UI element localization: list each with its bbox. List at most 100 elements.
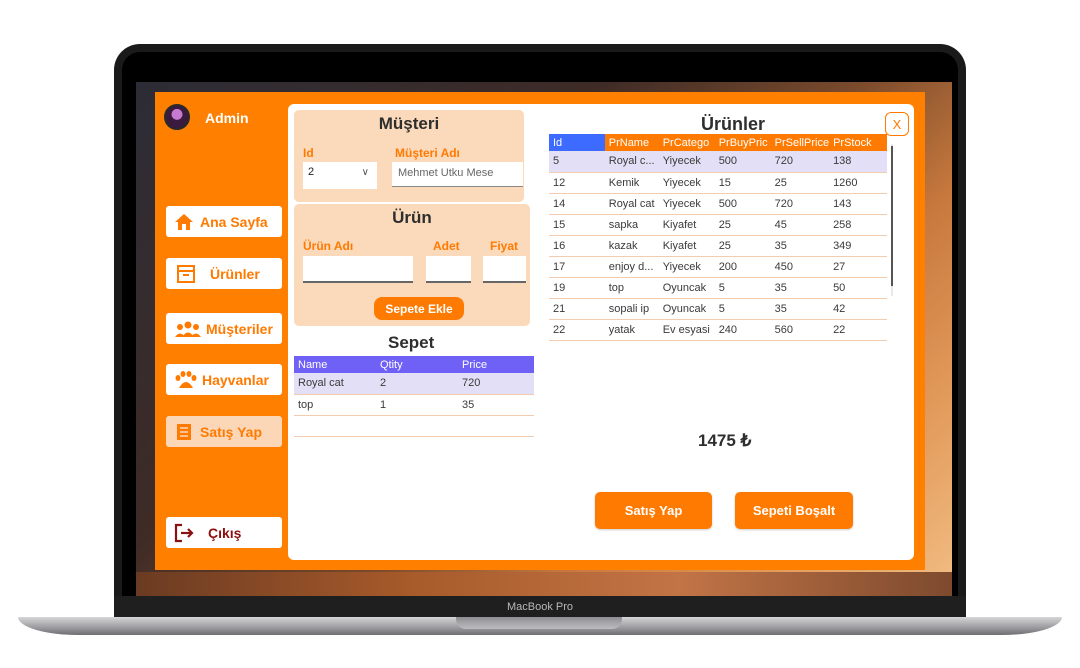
customer-id-value: 2 — [308, 166, 315, 178]
sidebar-item-musteriler[interactable]: Müşteriler — [166, 313, 282, 344]
column-header: Qtity — [376, 356, 458, 373]
cell: Oyuncak — [658, 298, 715, 320]
table-row[interactable]: 19 top Oyuncak 5 35 50 — [549, 277, 887, 299]
cell: 720 — [770, 151, 830, 173]
cell: 720 — [770, 193, 830, 215]
receipt-icon — [174, 422, 194, 442]
sidebar-item-label: Ürünler — [210, 265, 260, 282]
home-icon — [174, 212, 194, 232]
quantity-label: Adet — [433, 239, 460, 253]
table-row[interactable]: 17 enjoy d... Yiyecek 200 450 27 — [549, 256, 887, 278]
cell: 450 — [770, 256, 830, 278]
cell: 5 — [714, 277, 771, 299]
cell: kazak — [604, 235, 659, 257]
cell: yatak — [604, 319, 659, 341]
cell: 143 — [829, 193, 887, 215]
cell: 500 — [714, 151, 771, 173]
cell: Oyuncak — [658, 277, 715, 299]
price-input[interactable] — [483, 256, 526, 283]
table-row[interactable]: 12 Kemik Yiyecek 15 25 1260 — [549, 172, 887, 194]
sidebar-item-label: Satış Yap — [200, 423, 263, 440]
cell: 35 — [770, 235, 830, 257]
app-window: Admin Ana Sayfa Ürünler Müşteriler Hayva… — [155, 92, 925, 570]
cell: Yiyecek — [658, 256, 715, 278]
cart-table: Name Qtity Price Royal cat 2 720 top 1 3… — [294, 356, 534, 437]
cell: top — [604, 277, 659, 299]
cell: 12 — [549, 172, 605, 194]
cell: Royal c... — [604, 151, 659, 173]
customer-name-label: Müşteri Adı — [395, 146, 460, 160]
product-name-input[interactable] — [303, 256, 413, 283]
cell: Yiyecek — [658, 172, 715, 194]
cell: Kemik — [604, 172, 659, 194]
add-to-cart-button[interactable]: Sepete Ekle — [374, 297, 464, 320]
cell: 22 — [549, 319, 605, 341]
sell-button[interactable]: Satış Yap — [595, 492, 712, 529]
close-button[interactable]: X — [885, 112, 909, 136]
cell: 138 — [829, 151, 887, 173]
avatar — [164, 104, 190, 130]
scrollbar-thumb[interactable] — [891, 146, 893, 286]
cell: Yiyecek — [658, 151, 715, 173]
cell: 15 — [714, 172, 771, 194]
column-header: PrBuyPric — [714, 134, 771, 151]
cell: 22 — [829, 319, 887, 341]
cell: 500 — [714, 193, 771, 215]
table-row[interactable]: 5 Royal c... Yiyecek 500 720 138 — [549, 151, 887, 173]
cell: Yiyecek — [658, 193, 715, 215]
archive-box-icon — [176, 264, 196, 284]
price-label: Fiyat — [490, 239, 519, 253]
admin-name: Admin — [205, 110, 249, 126]
sidebar-item-satis-yap[interactable]: Satış Yap — [166, 416, 282, 447]
sidebar-item-urunler[interactable]: Ürünler — [166, 258, 282, 289]
table-row[interactable]: 14 Royal cat Yiyecek 500 720 143 — [549, 193, 887, 215]
products-title: Ürünler — [701, 114, 766, 134]
sidebar-item-ana-sayfa[interactable]: Ana Sayfa — [166, 206, 282, 237]
cell: 720 — [458, 373, 534, 395]
cell: 1260 — [829, 172, 887, 194]
laptop-label: MacBook Pro — [114, 596, 966, 618]
customer-name-field[interactable]: Mehmet Utku Mese — [392, 162, 523, 187]
cell: Royal cat — [294, 373, 376, 395]
cell: sapka — [604, 214, 659, 236]
table-row-empty — [294, 415, 534, 437]
cell: 17 — [549, 256, 605, 278]
products-table: Id PrName PrCatego PrBuyPric PrSellPrice… — [549, 134, 887, 341]
cell: 349 — [829, 235, 887, 257]
table-row[interactable]: 22 yatak Ev esyasi 240 560 22 — [549, 319, 887, 341]
customer-id-select[interactable]: 2 ∨ — [303, 162, 377, 189]
cell: 16 — [549, 235, 605, 257]
cell: 25 — [714, 214, 771, 236]
chevron-down-icon: ∨ — [361, 167, 369, 178]
cell: 560 — [770, 319, 830, 341]
sidebar-item-hayvanlar[interactable]: Hayvanlar — [166, 364, 282, 395]
cell: 14 — [549, 193, 605, 215]
table-row[interactable]: Royal cat 2 720 — [294, 373, 534, 395]
column-header: Name — [294, 356, 376, 373]
exit-label: Çıkış — [208, 524, 242, 541]
column-header: PrStock — [829, 134, 887, 151]
sidebar-item-label: Hayvanlar — [202, 371, 269, 388]
cell: Ev esyasi — [658, 319, 715, 341]
cell: 42 — [829, 298, 887, 320]
cell: 35 — [770, 277, 830, 299]
cell: 5 — [549, 151, 605, 173]
product-form-title: Ürün — [392, 208, 432, 227]
cell: 45 — [770, 214, 830, 236]
cell: 27 — [829, 256, 887, 278]
exit-button[interactable]: Çıkış — [166, 517, 282, 548]
products-header-row: Id PrName PrCatego PrBuyPric PrSellPrice… — [549, 134, 887, 151]
table-row[interactable]: 16 kazak Kiyafet 25 35 349 — [549, 235, 887, 257]
clear-cart-button[interactable]: Sepeti Boşalt — [735, 492, 853, 529]
cell: 1 — [376, 394, 458, 416]
table-row[interactable]: 15 sapka Kiyafet 25 45 258 — [549, 214, 887, 236]
cell: 15 — [549, 214, 605, 236]
table-row[interactable]: top 1 35 — [294, 394, 534, 416]
users-icon — [174, 319, 202, 339]
cell: top — [294, 394, 376, 416]
quantity-input[interactable] — [426, 256, 471, 283]
cell: 19 — [549, 277, 605, 299]
cell: 200 — [714, 256, 771, 278]
wallpaper-strip — [136, 572, 952, 596]
table-row[interactable]: 21 sopali ip Oyuncak 5 35 42 — [549, 298, 887, 320]
